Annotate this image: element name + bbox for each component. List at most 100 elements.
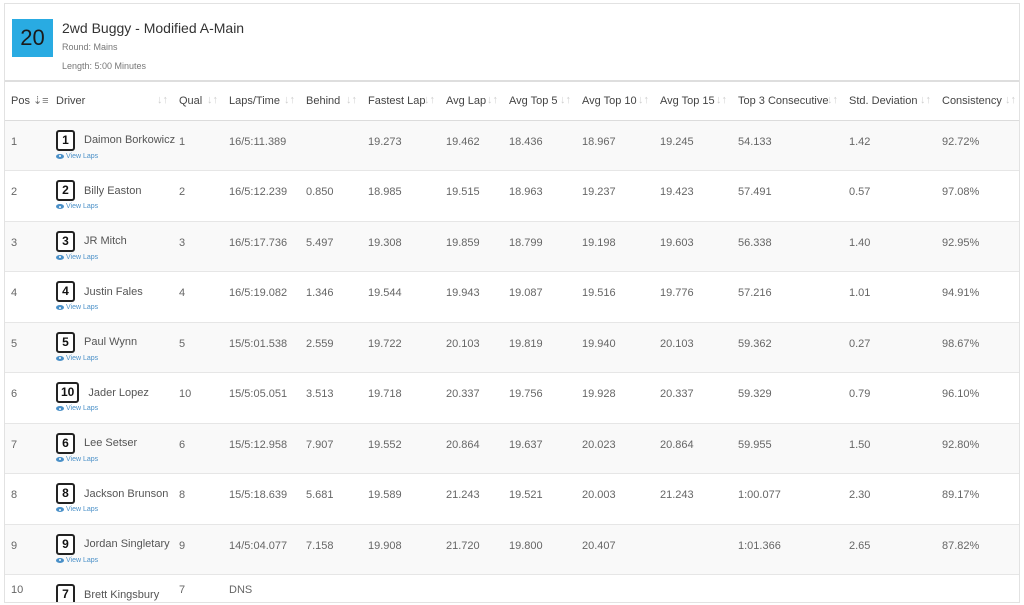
cell-top10 <box>576 574 654 602</box>
sort-icon[interactable]: ↓↑ <box>560 94 571 106</box>
event-header: 20 2wd Buggy - Modified A-Main Round: Ma… <box>5 4 1019 82</box>
table-header-row: Pos ⇣≡ Driver ↓↑ Qual ↓↑ Laps/Time ↓↑ Behind ↓↑ Fa… <box>5 82 1019 121</box>
results-table: Pos ⇣≡ Driver ↓↑ Qual ↓↑ Laps/Time ↓↑ Behind ↓↑ Fa… <box>5 82 1019 602</box>
cell-pos: 5 <box>5 322 50 373</box>
cell-behind <box>300 120 362 171</box>
cell-cons: 87.82% <box>936 524 1019 575</box>
cell-cons: 89.17% <box>936 473 1019 525</box>
event-title: 2wd Buggy - Modified A-Main <box>62 20 245 36</box>
view-laps-link[interactable]: View Laps <box>56 355 167 362</box>
car-number-badge: 7 <box>56 584 75 602</box>
sort-icon[interactable]: ↓↑ <box>424 94 435 106</box>
view-laps-link[interactable]: View Laps <box>56 153 167 160</box>
eye-icon <box>56 406 64 411</box>
cell-fastest: 19.552 <box>362 423 440 474</box>
cell-laps: 14/5:04.077 <box>223 524 300 575</box>
cell-laps: 15/5:01.538 <box>223 322 300 373</box>
column-header-behind[interactable]: Behind ↓↑ <box>300 82 362 121</box>
eye-icon <box>56 254 64 260</box>
view-laps-link[interactable]: View Laps <box>56 506 167 513</box>
driver-name: Brett Kingsbury <box>84 588 160 601</box>
cell-cons: 98.67% <box>936 322 1019 373</box>
driver-name: Jackson Brunson <box>84 487 169 500</box>
event-number-badge: 20 <box>12 19 53 57</box>
column-header-pos[interactable]: Pos ⇣≡ <box>5 82 50 121</box>
sort-icon[interactable]: ↓↑ <box>207 94 218 106</box>
driver-name: JR Mitch <box>84 235 127 247</box>
cell-laps: DNS <box>223 574 300 602</box>
column-header-consistency[interactable]: Consistency ↓↑ <box>936 82 1019 121</box>
view-laps-link[interactable]: View Laps <box>56 405 167 412</box>
sort-icon[interactable]: ↓↑ <box>638 94 649 106</box>
cell-pos: 4 <box>5 271 50 323</box>
event-length: Length: 5:00 Minutes <box>62 61 147 71</box>
cell-avg: 19.515 <box>440 170 503 222</box>
column-header-avg-top-15[interactable]: Avg Top 15 ↓↑ <box>654 82 732 121</box>
cell-laps: 16/5:17.736 <box>223 221 300 272</box>
column-header-driver[interactable]: Driver ↓↑ <box>50 82 173 121</box>
cell-behind: 7.158 <box>300 524 362 575</box>
view-laps-link[interactable]: View Laps <box>56 557 167 564</box>
column-header-top-3-consecutive[interactable]: Top 3 Consecutive ↓↑ <box>732 82 843 121</box>
column-header-std-deviation[interactable]: Std. Deviation ↓↑ <box>843 82 936 121</box>
sort-icon[interactable]: ↓↑ <box>716 94 727 106</box>
column-header-fastest-lap[interactable]: Fastest Lap ↓↑ <box>362 82 440 121</box>
sort-icon[interactable]: ↓↑ <box>920 94 931 106</box>
cell-std: 1.50 <box>843 423 936 474</box>
sort-icon[interactable]: ↓↑ <box>346 94 357 106</box>
sort-icon[interactable]: ↓↑ <box>487 94 498 106</box>
driver-cell: 6 Lee Setser View Laps <box>50 423 173 474</box>
view-laps-link[interactable]: View Laps <box>56 456 167 463</box>
car-number-badge: 10 <box>56 382 80 403</box>
cell-pos: 2 <box>5 170 50 222</box>
car-number-badge: 6 <box>56 432 75 454</box>
cell-top10: 19.928 <box>576 372 654 424</box>
table-row: 2 2 Billy Easton View Laps 2 16/5:12.239 0.850… <box>5 170 1019 222</box>
driver-name: Paul Wynn <box>84 336 138 348</box>
driver-cell: 9 Jordan Singletary View Laps <box>50 524 173 575</box>
sort-icon[interactable]: ↓↑ <box>157 94 168 106</box>
cell-fastest: 19.308 <box>362 221 440 272</box>
view-laps-link[interactable]: View Laps <box>56 203 167 210</box>
sort-icon[interactable]: ↓↑ <box>1005 94 1016 106</box>
eye-icon <box>56 153 64 159</box>
cell-qual: 7 <box>173 574 223 602</box>
column-header-qual[interactable]: Qual ↓↑ <box>173 82 223 121</box>
cell-cons <box>936 574 1019 602</box>
driver-cell: 3 JR Mitch View Laps <box>50 221 173 272</box>
sort-asc-icon[interactable]: ⇣≡ <box>33 95 49 107</box>
driver-name: Daimon Borkowicz <box>84 134 176 146</box>
column-header-avg-top-5[interactable]: Avg Top 5 ↓↑ <box>503 82 576 121</box>
column-header-avg-top-10[interactable]: Avg Top 10 ↓↑ <box>576 82 654 121</box>
eye-icon <box>56 456 64 462</box>
cell-top15: 19.603 <box>654 221 732 272</box>
results-panel: 20 2wd Buggy - Modified A-Main Round: Ma… <box>4 3 1020 603</box>
cell-avg: 20.103 <box>440 322 503 373</box>
cell-pos: 8 <box>5 473 50 525</box>
cell-pos: 1 <box>5 120 50 171</box>
cell-std: 2.30 <box>843 473 936 525</box>
cell-pos: 10 <box>5 574 50 602</box>
sort-icon[interactable]: ↓↑ <box>284 94 295 106</box>
sort-icon[interactable]: ↓↑ <box>827 94 838 106</box>
table-row: 10 7 Brett Kingsbury 7 DNS <box>5 574 1019 602</box>
column-header-laps-time[interactable]: Laps/Time ↓↑ <box>223 82 300 121</box>
cell-top5: 19.819 <box>503 322 576 373</box>
driver-name: Jader Lopez <box>88 386 149 399</box>
cell-top5: 19.800 <box>503 524 576 575</box>
driver-cell: 10 Jader Lopez View Laps <box>50 372 173 424</box>
cell-qual: 1 <box>173 120 223 171</box>
cell-fastest: 19.908 <box>362 524 440 575</box>
table-row: 6 10 Jader Lopez View Laps 10 15/5:05.051 3.51… <box>5 372 1019 424</box>
view-laps-link[interactable]: View Laps <box>56 254 167 261</box>
car-number-badge: 9 <box>56 533 75 555</box>
eye-icon <box>56 204 64 209</box>
cell-behind <box>300 574 362 602</box>
cell-top5: 18.799 <box>503 221 576 272</box>
eye-icon <box>56 305 64 310</box>
cell-top15: 19.423 <box>654 170 732 222</box>
cell-laps: 16/5:11.389 <box>223 120 300 171</box>
cell-fastest: 19.273 <box>362 120 440 171</box>
view-laps-link[interactable]: View Laps <box>56 304 167 311</box>
column-header-avg-lap[interactable]: Avg Lap ↓↑ <box>440 82 503 121</box>
